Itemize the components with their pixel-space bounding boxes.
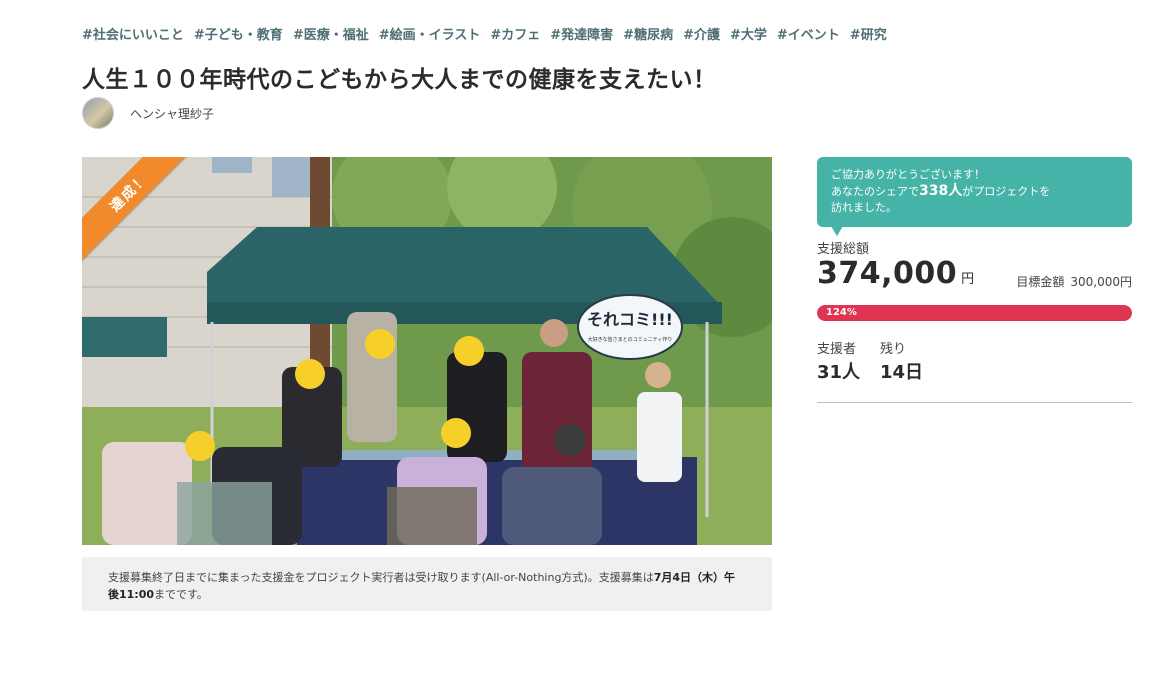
- tag-link[interactable]: #イベント: [777, 24, 840, 43]
- supporters-label: 支援者: [817, 342, 857, 357]
- notice-text: 支援募集終了日までに集まった支援金をプロジェクト実行者は受け取ります(All-o…: [108, 571, 654, 584]
- tag-link[interactable]: #研究: [850, 24, 887, 43]
- share-line-2-prefix: あなたのシェアで: [831, 185, 919, 198]
- tag-link[interactable]: #介護: [683, 24, 720, 43]
- tag-list: #社会にいいこと #子ども・教育 #医療・福祉 #絵画・イラスト #カフェ #発…: [82, 24, 887, 43]
- avatar[interactable]: [82, 97, 114, 129]
- event-photo-illustration: それコミ!!! 大好きな皆さまとのコミュニティ作り: [82, 157, 772, 545]
- divider: [817, 402, 1132, 403]
- share-line-1: ご協力ありがとうございます！: [831, 168, 985, 181]
- remaining-days: 14日: [880, 362, 924, 383]
- remaining-label: 残り: [880, 342, 907, 357]
- goal-value: 300,000円: [1070, 275, 1132, 289]
- total-amount-value: 374,000: [817, 256, 958, 291]
- photo-sign-text: それコミ!!!: [587, 310, 673, 329]
- tag-link[interactable]: #子ども・教育: [194, 24, 283, 43]
- tag-link[interactable]: #大学: [730, 24, 767, 43]
- total-amount-unit: 円: [961, 272, 975, 287]
- funding-notice: 支援募集終了日までに集まった支援金をプロジェクト実行者は受け取ります(All-o…: [82, 557, 772, 611]
- tag-link[interactable]: #絵画・イラスト: [379, 24, 481, 43]
- share-line-2-suffix: がプロジェクトを: [962, 185, 1051, 198]
- goal-label: 目標金額: [1016, 275, 1065, 289]
- project-main-image[interactable]: それコミ!!! 大好きな皆さまとのコミュニティ作り 達成！: [82, 157, 772, 545]
- tag-link[interactable]: #糖尿病: [623, 24, 673, 43]
- tag-link[interactable]: #発達障害: [550, 24, 613, 43]
- tag-link[interactable]: #医療・福祉: [293, 24, 369, 43]
- total-amount: 374,000 円: [817, 256, 974, 291]
- share-line-3: 訪れました。: [831, 201, 897, 214]
- photo-sign-subtext: 大好きな皆さまとのコミュニティ作り: [588, 336, 673, 343]
- progress-percent: 124%: [826, 307, 857, 318]
- share-line-2: あなたのシェアで338人がプロジェクトを: [831, 183, 1118, 200]
- tag-link[interactable]: #カフェ: [490, 24, 540, 43]
- page-title: 人生１００年時代のこどもから大人までの健康を支えたい！: [82, 67, 717, 93]
- notice-suffix: までです。: [154, 588, 208, 601]
- share-count: 338人: [919, 183, 963, 199]
- progress-bar-fill: 124%: [817, 305, 1132, 321]
- progress-bar: 124%: [817, 305, 1132, 321]
- project-owner[interactable]: ヘンシャ理紗子: [82, 97, 214, 129]
- supporters-count: 31人: [817, 362, 861, 383]
- goal-amount: 目標金額 300,000円: [975, 273, 1132, 290]
- tag-link[interactable]: #社会にいいこと: [82, 24, 184, 43]
- owner-name[interactable]: ヘンシャ理紗子: [130, 105, 214, 122]
- share-thanks-bubble: ご協力ありがとうございます！ あなたのシェアで338人がプロジェクトを 訪れまし…: [817, 157, 1132, 236]
- total-label: 支援総額: [817, 242, 870, 257]
